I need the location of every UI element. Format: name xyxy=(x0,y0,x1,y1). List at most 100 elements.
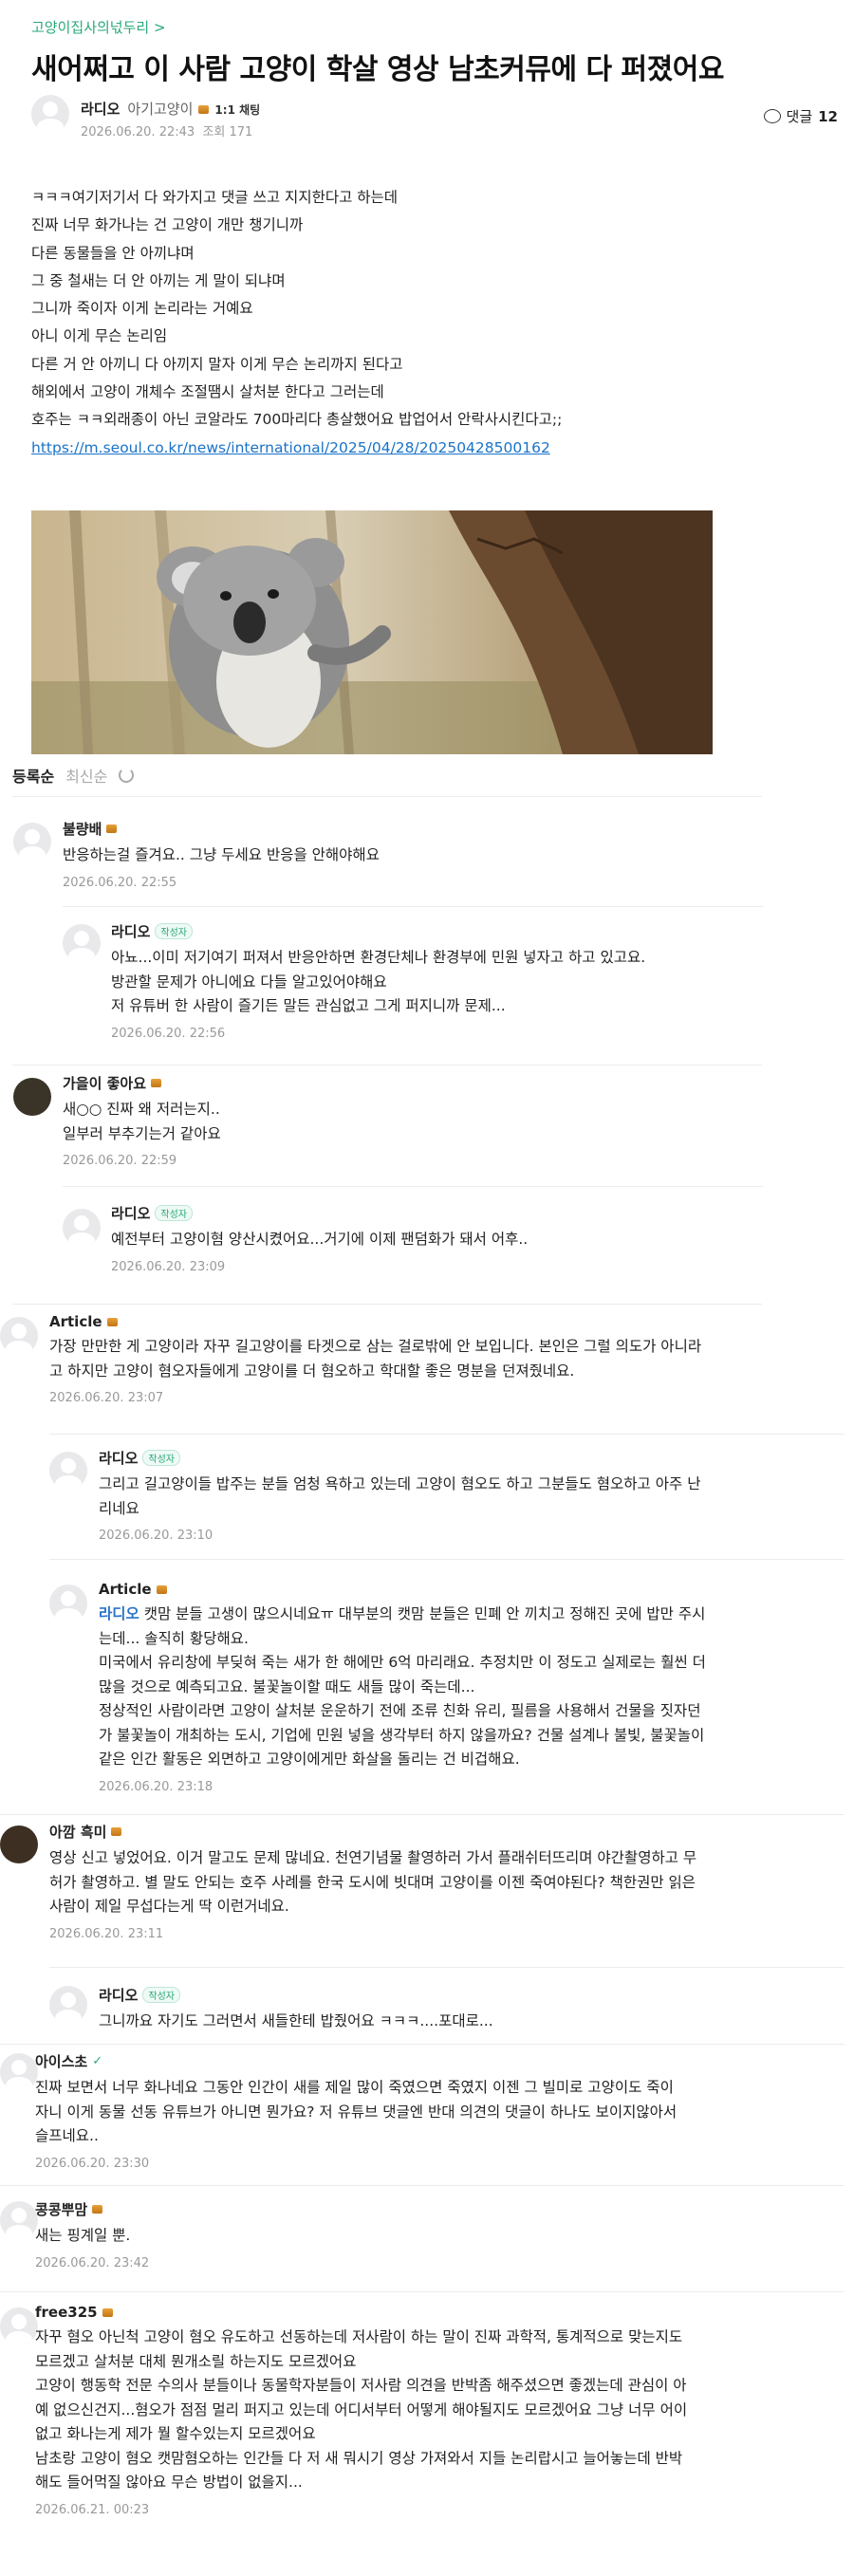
comment-line: 가 불꽃놀이 개최하는 도시, 기업에 민원 넣을 생각부터 하지 않을까요? … xyxy=(99,1726,705,1744)
comment-line: 새○○ 진짜 왜 저러는지.. xyxy=(63,1101,220,1118)
sort-latest[interactable]: 최신순 xyxy=(65,764,107,787)
comment-reply: 라디오 작성자 아뇨...이미 저기여기 퍼져서 반응안하면 환경단체나 환경부에… xyxy=(111,921,645,1041)
comment-line: 반응하는걸 즐겨요.. 그냥 두세요 반응을 안해야해요 xyxy=(63,846,380,863)
comment-line: 영상 신고 넣었어요. 이거 말고도 문제 많네요. 천연기념물 촬영하러 가서… xyxy=(49,1849,697,1866)
commenter-avatar[interactable] xyxy=(63,1209,101,1247)
author-badge: 작성자 xyxy=(155,923,194,939)
sort-bar: 등록순 최신순 xyxy=(12,764,135,787)
body-line: 진짜 너무 화가나는 건 고양이 개만 챙기니까 xyxy=(31,216,304,234)
comment-line: 자꾸 혐오 아닌척 고양이 혐오 유도하고 선동하는데 저사람이 하는 말이 진… xyxy=(35,2328,683,2345)
comment-line: 허가 촬영하고. 별 말도 안되는 호주 사례를 한국 도시에 빗대며 고양이를… xyxy=(49,1873,696,1891)
level-icon xyxy=(106,1317,118,1326)
commenter-avatar[interactable] xyxy=(0,1825,38,1863)
commenter-name[interactable]: 불량배 xyxy=(63,819,102,839)
commenter-avatar[interactable] xyxy=(0,2053,38,2091)
comment-line: 미국에서 유리창에 부딪혀 죽는 새가 한 해에만 6억 마리래요. 추정치만 … xyxy=(99,1654,706,1671)
commenter-avatar[interactable] xyxy=(0,1317,38,1355)
comment-line: 사람이 제일 무섭다는게 딱 이런거네요. xyxy=(49,1898,289,1915)
comment-line: 새는 핑계일 뿐. xyxy=(35,2227,131,2244)
news-link[interactable]: https://m.seoul.co.kr/news/international… xyxy=(31,435,828,462)
author-level: 아기고양이 xyxy=(127,101,194,118)
comment-line: 진짜 보면서 너무 화나네요 그동안 인간이 새를 제일 많이 죽였으면 죽였지… xyxy=(35,2079,674,2096)
level-icon xyxy=(92,2205,103,2214)
commenter-avatar[interactable] xyxy=(0,2201,38,2239)
commenter-avatar[interactable] xyxy=(49,1585,87,1622)
divider xyxy=(12,796,762,797)
comment-line: 많을 것으로 예측되고요. 불꽃놀이할 때도 새들 많이 죽는데... xyxy=(99,1677,475,1696)
comment: free325 자꾸 혐오 아닌척 고양이 혐오 유도하고 선동하는데 저사람이… xyxy=(35,2304,687,2517)
body-line: 호주는 ㅋㅋ외래종이 아닌 코알라도 700마리다 총살했어요 밥업어서 안락사… xyxy=(31,411,563,429)
comment-line: 슬프네요.. xyxy=(35,2127,99,2144)
commenter-name[interactable]: 가을이 좋아요 xyxy=(63,1073,146,1093)
divider xyxy=(0,2185,845,2186)
commenter-avatar[interactable] xyxy=(49,1986,87,2024)
koala-photo xyxy=(31,510,713,754)
verified-icon: ✓ xyxy=(92,2054,103,2068)
commenter-name[interactable]: free325 xyxy=(35,2304,98,2321)
comment-line: 예전부터 고양이혐 양산시켰어요...거기에 이제 팬덤화가 돼서 어후.. xyxy=(111,1231,529,1248)
comment-line: 없고 화나는게 제가 뭘 할수있는지 모르겠어요 xyxy=(35,2425,316,2442)
level-icon xyxy=(102,2307,113,2317)
level-icon xyxy=(156,1585,167,1594)
commenter-name[interactable]: 라디오 xyxy=(99,1448,138,1468)
comment: 아깜 흑미 영상 신고 넣었어요. 이거 말고도 문제 많네요. 천연기념물 촬… xyxy=(49,1822,696,1941)
sort-registered[interactable]: 등록순 xyxy=(12,764,54,787)
commenter-name[interactable]: 라디오 xyxy=(99,1985,138,2005)
body-line: 다른 거 안 아끼니 다 아끼지 말자 이게 무슨 논리까지 된다고 xyxy=(31,355,403,373)
commenter-name[interactable]: 라디오 xyxy=(111,1203,150,1223)
commenter-name[interactable]: 라디오 xyxy=(111,921,150,941)
post-meta: 2026.06.20. 22:43 조회 171 xyxy=(81,121,252,139)
comment-line: 일부러 부추기는거 같아요 xyxy=(63,1124,221,1142)
commenter-name[interactable]: Article xyxy=(49,1313,102,1330)
commenter-name[interactable]: Article xyxy=(99,1581,152,1598)
post-title: 새어쩌고 이 사람 고양이 학살 영상 남초커뮤에 다 퍼졌어요 xyxy=(31,53,724,86)
comment-line: 라디오 캣맘 분들 고생이 많으시네요ㅠ 대부분의 캣맘 분들은 민폐 안 끼치… xyxy=(99,1605,706,1622)
divider xyxy=(12,1304,762,1305)
mention[interactable]: 라디오 xyxy=(99,1605,139,1622)
body-line: 다른 동물들을 안 아끼냐며 xyxy=(31,244,195,262)
comment-reply: 라디오 작성자 예전부터 고양이혐 양산시켰어요...거기에 이제 팬덤화가 돼서… xyxy=(111,1203,528,1274)
comment-bubble-icon xyxy=(763,109,781,123)
post-views: 조회 171 xyxy=(202,125,253,139)
commenter-avatar[interactable] xyxy=(13,1078,51,1116)
comment-line: 모르겠고 살처분 대체 뭔개소릴 하는지도 모르겠어요 xyxy=(35,2352,357,2370)
comment-date: 2026.06.20. 23:09 xyxy=(111,1259,226,1274)
comment-line: 아뇨...이미 저기여기 퍼져서 반응안하면 환경단체나 환경부에 민원 넣자고… xyxy=(111,949,646,966)
comment-line: 리네요 xyxy=(99,1499,139,1517)
comment-count-button[interactable]: 댓글 12 xyxy=(763,106,838,126)
comment-date: 2026.06.20. 22:56 xyxy=(111,1026,226,1041)
commenter-avatar[interactable] xyxy=(63,924,101,962)
level-icon xyxy=(111,1827,122,1836)
commenter-avatar[interactable] xyxy=(49,1452,87,1490)
comment-date: 2026.06.20. 23:10 xyxy=(99,1529,214,1543)
comment-line: 고양이 행동학 전문 수의사 분들이나 동물학자분들이 저사람 의견을 반박좀 … xyxy=(35,2377,687,2394)
author-avatar[interactable] xyxy=(31,95,69,133)
comment-date: 2026.06.21. 00:23 xyxy=(35,2502,150,2517)
comment: 가을이 좋아요 새○○ 진짜 왜 저러는지.. 일부러 부추기는거 같아요 20… xyxy=(63,1073,221,1168)
post-body: ㅋㅋㅋ여기저기서 다 와가지고 댓글 쓰고 지지한다고 하는데 진짜 너무 화가… xyxy=(31,184,828,462)
commenter-avatar[interactable] xyxy=(13,823,51,861)
comment-date: 2026.06.20. 23:07 xyxy=(49,1391,164,1405)
divider xyxy=(12,1065,762,1066)
comment-line: 해도 들어먹질 않아요 무슨 방법이 없을지... xyxy=(35,2474,303,2491)
comment-reply: 라디오 작성자 그니까요 자기도 그러면서 새들한테 밥줬어요 ㅋㅋㅋ....포대… xyxy=(99,1985,493,2034)
divider xyxy=(63,906,763,907)
divider xyxy=(0,2044,845,2045)
body-line: ㅋㅋㅋ여기저기서 다 와가지고 댓글 쓰고 지지한다고 하는데 xyxy=(31,189,399,206)
board-breadcrumb[interactable]: 고양이집사의넋두리 > xyxy=(31,17,166,37)
commenter-avatar[interactable] xyxy=(0,2307,38,2345)
comment-label: 댓글 xyxy=(786,108,813,125)
commenter-name[interactable]: 아깜 흑미 xyxy=(49,1822,106,1842)
chat-button[interactable]: 1:1 채팅 xyxy=(214,103,260,117)
post-datetime: 2026.06.20. 22:43 xyxy=(81,125,195,139)
commenter-name[interactable]: 아이스초 xyxy=(35,2051,87,2071)
body-line: 해외에서 고양이 개체수 조절땜시 살처분 한다고 그러는데 xyxy=(31,383,384,401)
divider xyxy=(49,1559,845,1560)
comment-line: 그니까요 자기도 그러면서 새들한테 밥줬어요 ㅋㅋㅋ....포대로... xyxy=(99,2012,493,2029)
divider xyxy=(49,1434,845,1435)
commenter-name[interactable]: 콩콩뿌맘 xyxy=(35,2199,87,2219)
comment-date: 2026.06.20. 23:42 xyxy=(35,2255,150,2270)
body-line: 아니 이게 무슨 논리임 xyxy=(31,327,168,345)
refresh-icon[interactable] xyxy=(119,768,135,783)
author-name[interactable]: 라디오 xyxy=(81,101,120,118)
